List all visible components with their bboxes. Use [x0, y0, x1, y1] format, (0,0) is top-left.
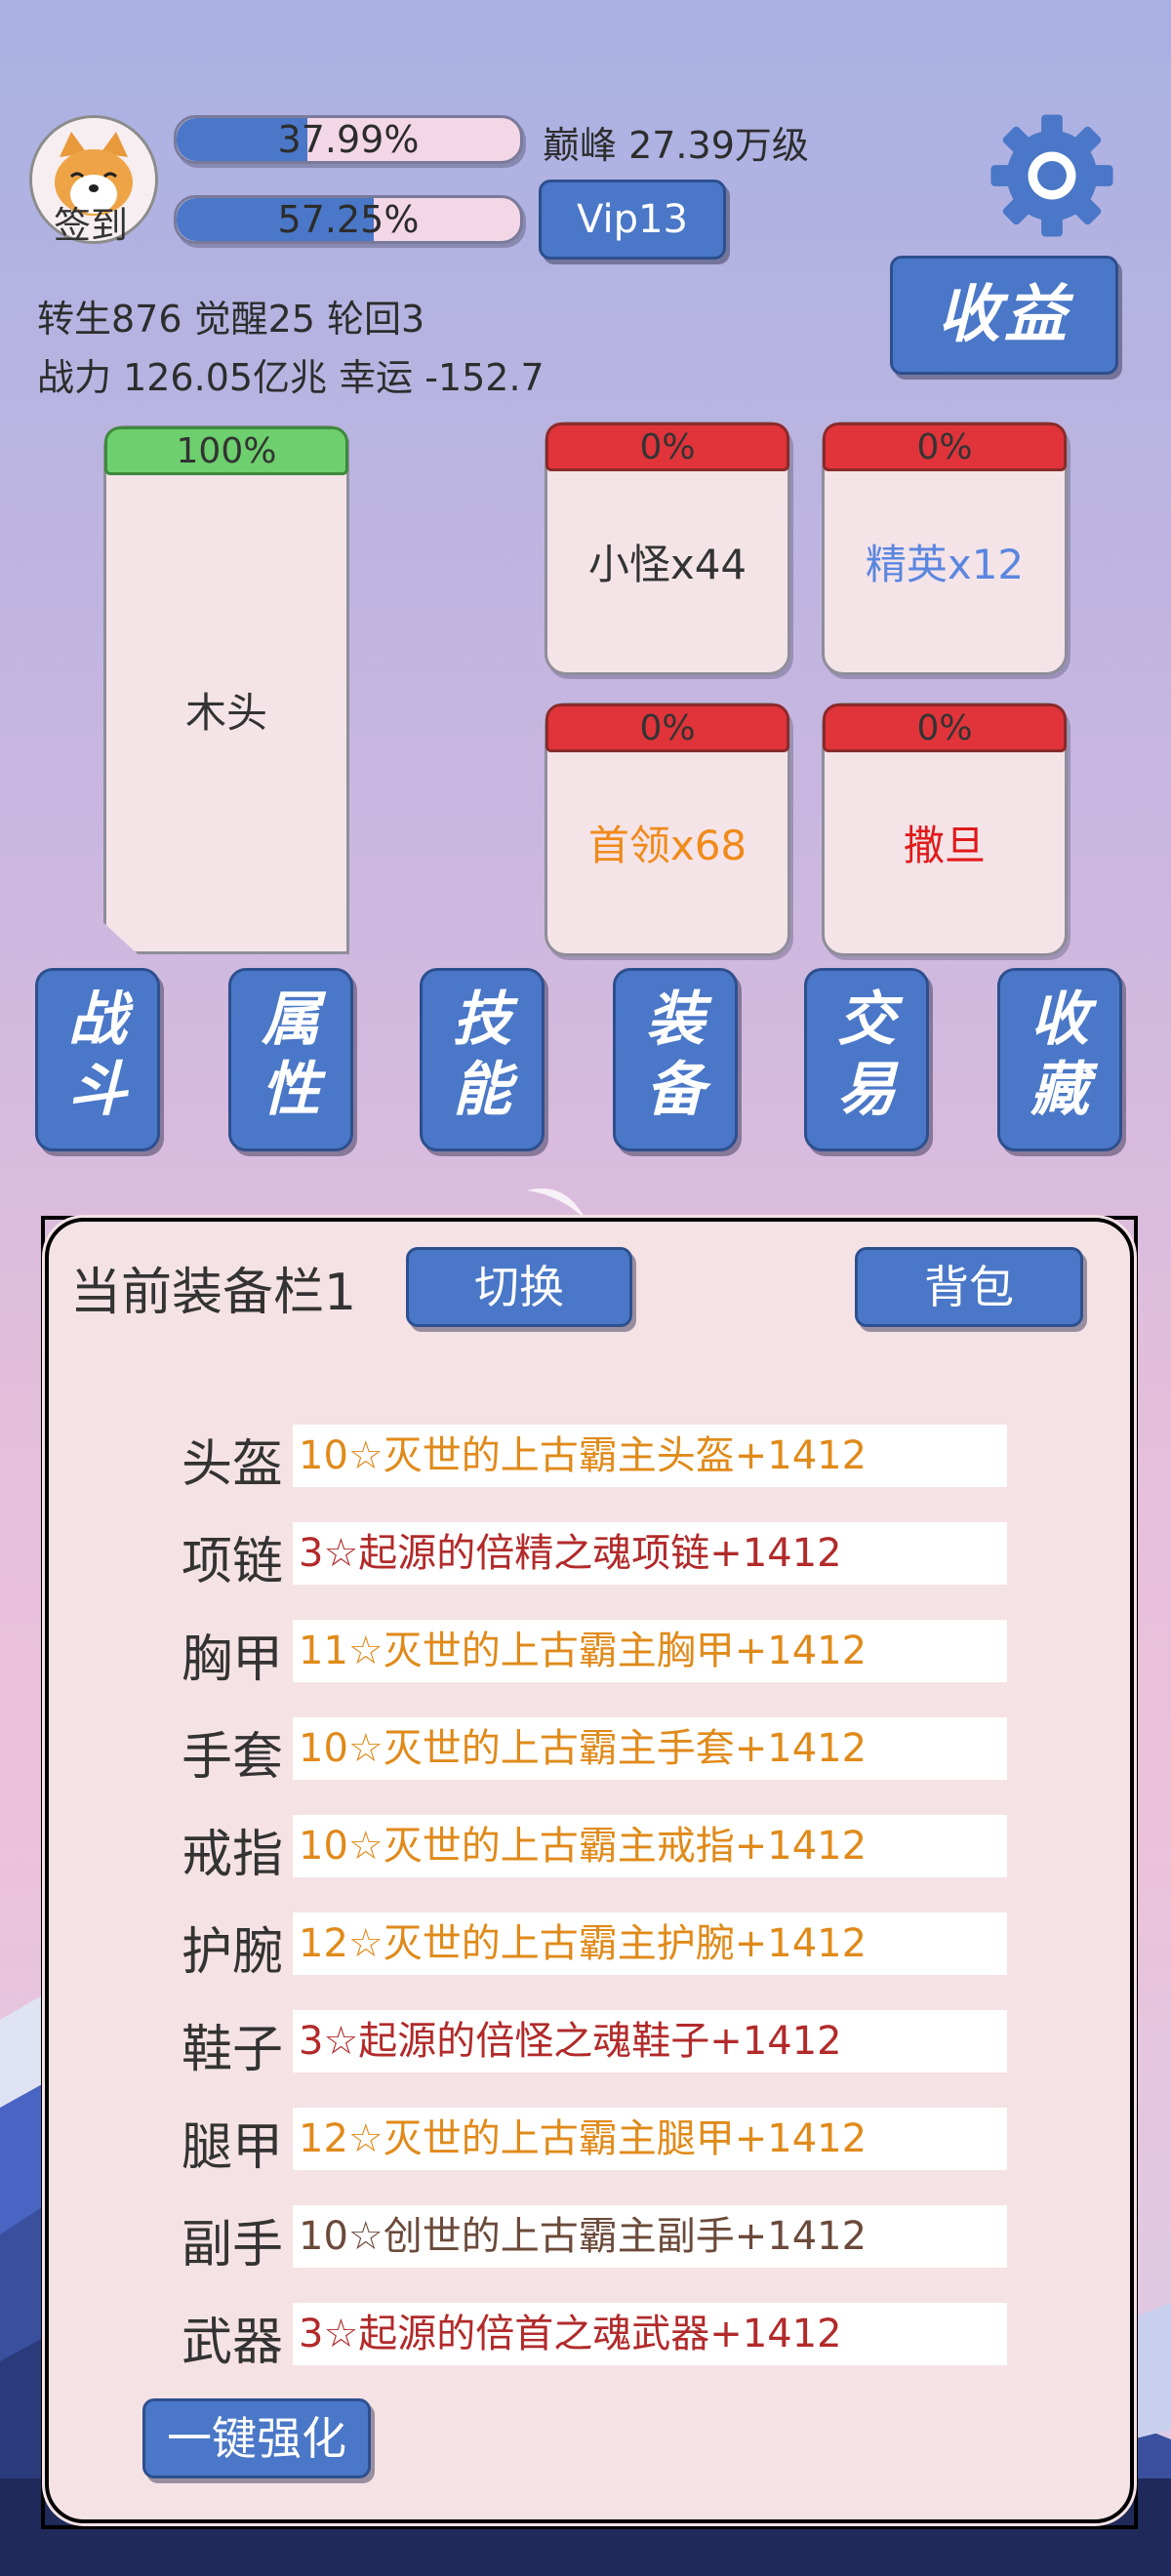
slot-label-gloves: 手套: [181, 1728, 283, 1787]
slot-label-chest: 胸甲: [181, 1630, 283, 1689]
one-click-enhance-button[interactable]: 一键强化: [142, 2398, 371, 2478]
bag-button[interactable]: 背包: [855, 1247, 1083, 1327]
monster-card-satan[interactable]: 0% 撒旦: [822, 703, 1068, 956]
slot-value-chest[interactable]: 11☆灭世的上古霸主胸甲+1412: [293, 1620, 1007, 1682]
slot-label-bracer: 护腕: [181, 1923, 283, 1982]
nav-skills-button[interactable]: 技能: [420, 968, 545, 1151]
power-stats: 战力 126.05亿兆 幸运 -152.7: [37, 356, 545, 399]
nav-battle-button[interactable]: 战斗: [35, 968, 160, 1151]
monster-name: 精英x12: [865, 541, 1025, 588]
slot-value-helmet[interactable]: 10☆灭世的上古霸主头盔+1412: [293, 1425, 1007, 1487]
rebirth-stats: 转生876 觉醒25 轮回3: [37, 298, 425, 341]
progress-bar-2: 57.25%: [174, 195, 523, 244]
income-button[interactable]: 收益: [890, 256, 1118, 375]
monster-hp: 0%: [545, 704, 789, 752]
slot-value-bracer[interactable]: 12☆灭世的上古霸主护腕+1412: [293, 1912, 1007, 1975]
peak-level-text: 巅峰 27.39万级: [543, 124, 809, 167]
slot-label-ring: 戒指: [181, 1826, 283, 1884]
slot-label-legs: 腿甲: [181, 2118, 283, 2177]
slot-value-shoes[interactable]: 3☆起源的倍怪之魂鞋子+1412: [293, 2010, 1007, 2073]
vip-button[interactable]: Vip13: [539, 180, 726, 260]
main-monster-hp: 100%: [104, 426, 348, 475]
nav-attributes-button[interactable]: 属性: [228, 968, 353, 1151]
monster-hp: 0%: [545, 423, 789, 471]
monster-hp: 0%: [823, 423, 1067, 471]
slot-value-legs[interactable]: 12☆灭世的上古霸主腿甲+1412: [293, 2108, 1007, 2170]
progress-bar-1-text: 37.99%: [277, 118, 420, 161]
slot-value-ring[interactable]: 10☆灭世的上古霸主戒指+1412: [293, 1815, 1007, 1877]
slot-value-gloves[interactable]: 10☆灭世的上古霸主手套+1412: [293, 1717, 1007, 1780]
slot-value-weapon[interactable]: 3☆起源的倍首之魂武器+1412: [293, 2303, 1007, 2365]
monster-hp: 0%: [823, 704, 1067, 752]
slot-value-necklace[interactable]: 3☆起源的倍精之魂项链+1412: [293, 1522, 1007, 1585]
slot-label-shoes: 鞋子: [181, 2021, 283, 2079]
slot-value-offhand[interactable]: 10☆创世的上古霸主副手+1412: [293, 2205, 1007, 2268]
monster-card-minion[interactable]: 0% 小怪x44: [545, 422, 790, 675]
monster-name: 撒旦: [903, 822, 986, 869]
gear-icon[interactable]: [986, 109, 1118, 242]
switch-button[interactable]: 切换: [406, 1247, 632, 1327]
nav-trade-button[interactable]: 交易: [804, 968, 929, 1151]
slot-label-helmet: 头盔: [181, 1435, 283, 1494]
monster-card-elite[interactable]: 0% 精英x12: [822, 422, 1068, 675]
main-monster-name: 木头: [184, 689, 267, 737]
monster-card-boss[interactable]: 0% 首领x68: [545, 703, 790, 956]
progress-bar-1: 37.99%: [174, 115, 523, 164]
equipment-set-title: 当前装备栏1: [70, 1264, 357, 1322]
main-monster-card[interactable]: 100% 木头: [103, 425, 349, 954]
monster-name: 首领x68: [587, 822, 747, 869]
slot-label-weapon: 武器: [181, 2314, 283, 2372]
nav-collection-button[interactable]: 收藏: [997, 968, 1122, 1151]
nav-equipment-button[interactable]: 装备: [613, 968, 738, 1151]
checkin-label[interactable]: 签到: [29, 195, 152, 249]
progress-bar-2-text: 57.25%: [277, 198, 420, 241]
slot-label-necklace: 项链: [181, 1533, 283, 1591]
slot-label-offhand: 副手: [181, 2216, 283, 2274]
monster-name: 小怪x44: [587, 541, 747, 588]
